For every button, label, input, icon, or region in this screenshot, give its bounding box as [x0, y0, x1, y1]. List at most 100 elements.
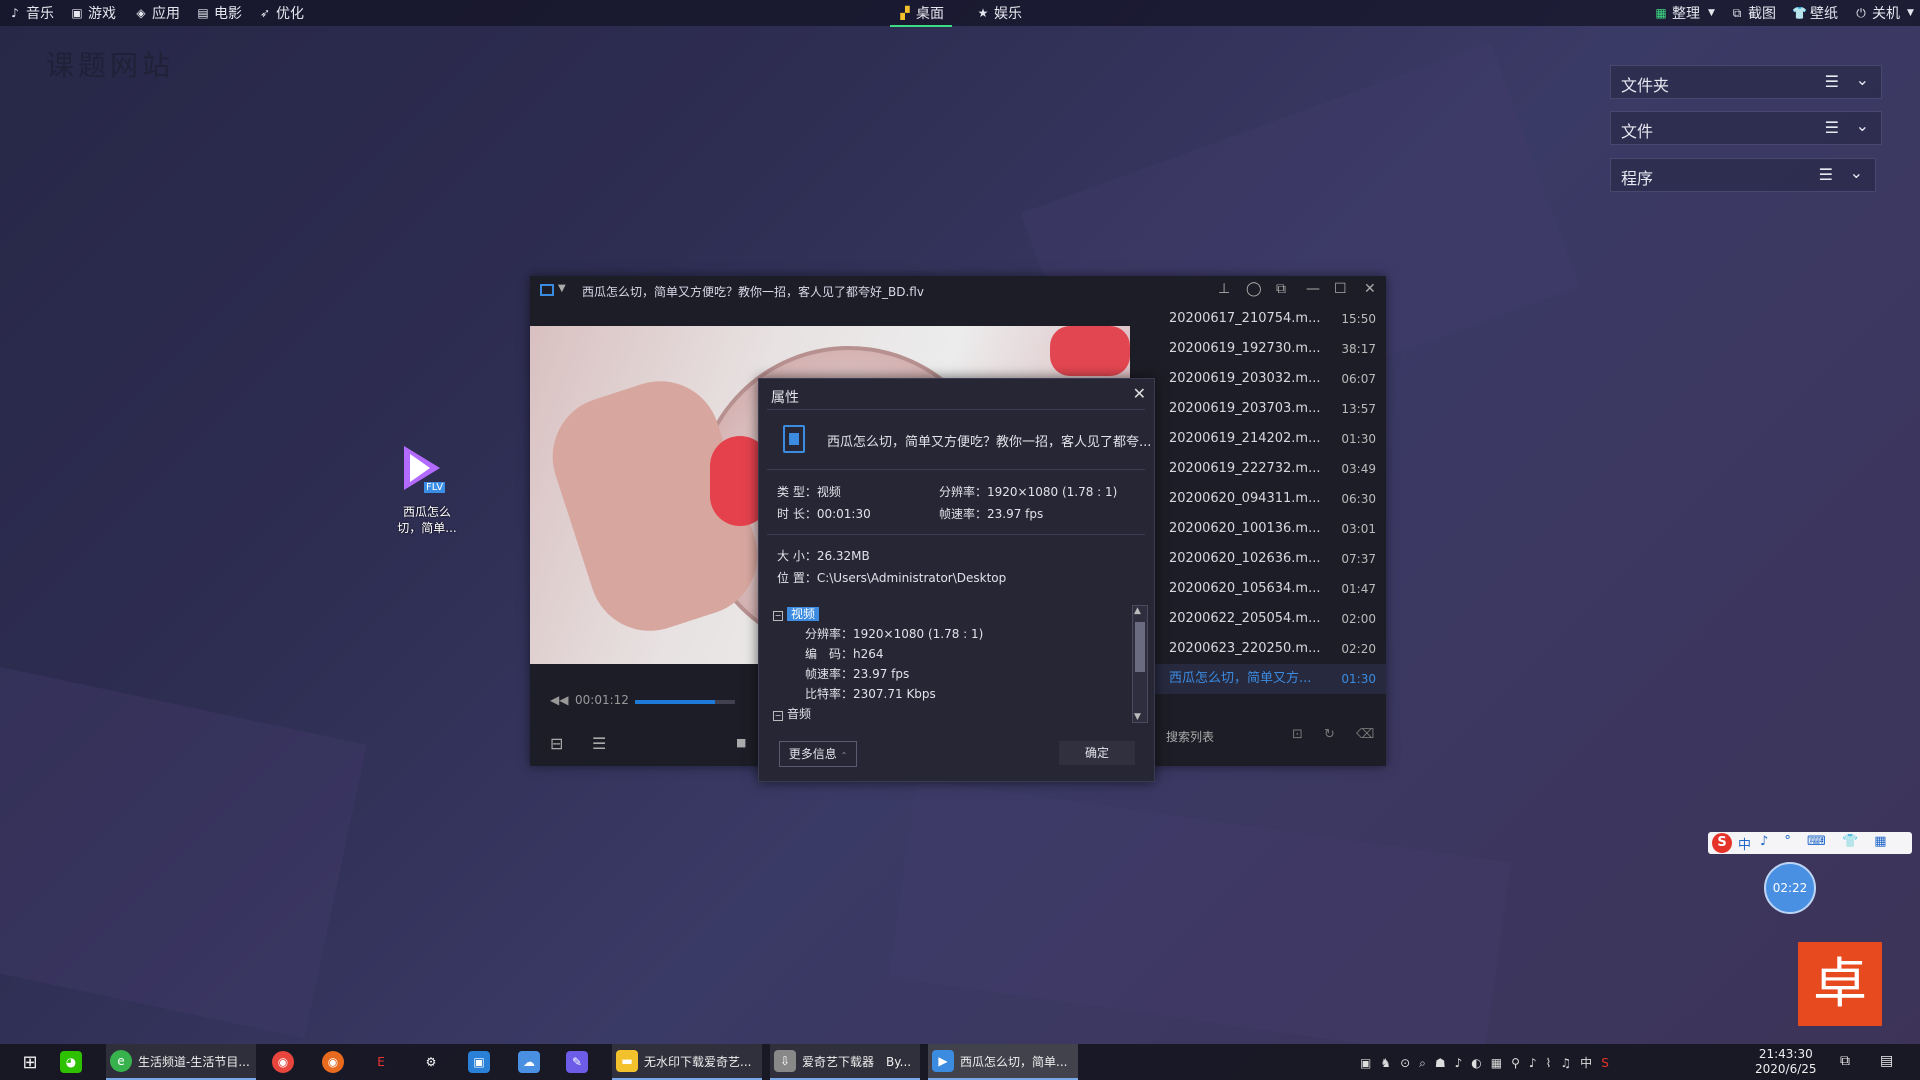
- start-button[interactable]: ⊞: [12, 1044, 48, 1080]
- menu-lines-icon[interactable]: ☰: [592, 734, 606, 753]
- taskbar-item-1[interactable]: ▬ 无水印下载爱奇艺...: [612, 1044, 762, 1080]
- playlist-add-icon[interactable]: ⊡: [1292, 727, 1303, 742]
- playlist-item-duration: 02:00: [1341, 612, 1376, 626]
- collapse-icon[interactable]: −: [773, 711, 783, 721]
- tree-node-video[interactable]: − 视频: [773, 605, 820, 622]
- playlist-item-duration: 15:50: [1341, 312, 1376, 326]
- tab-entertainment[interactable]: ★ 娱乐: [976, 3, 1022, 23]
- rewind-icon[interactable]: ◀◀: [550, 693, 568, 707]
- taskbar-baidu[interactable]: ☁: [518, 1044, 546, 1080]
- system-tray[interactable]: ▣♞⊙⌕☗♪◐▦⚲♪⌇♫中S: [1360, 1054, 1618, 1071]
- taskbar-settings[interactable]: ⚙: [420, 1044, 448, 1080]
- maximize-icon[interactable]: ☐: [1334, 281, 1347, 297]
- gamepad-icon: ▣: [71, 6, 83, 20]
- timer-bubble[interactable]: 02:22: [1764, 862, 1816, 914]
- topbar-label: 关机: [1872, 6, 1900, 22]
- topbar-organize[interactable]: ▦ 整理 ▼: [1654, 3, 1715, 23]
- ime-lang[interactable]: 中: [1738, 834, 1751, 853]
- taskbar-vs[interactable]: ✎: [566, 1044, 594, 1080]
- taskbar-wechat[interactable]: ◕: [60, 1044, 88, 1080]
- task-view-icon[interactable]: ⧉: [1840, 1053, 1850, 1069]
- topbar-screenshot[interactable]: ⧉ 截图: [1730, 3, 1776, 23]
- taskbar-item-0[interactable]: e 生活频道-生活节目...: [106, 1044, 256, 1080]
- ime-toolbar[interactable]: S 中 ♪ ° ⌨ 👕 ▦: [1708, 832, 1912, 854]
- playlist-item[interactable]: 西瓜怎么切，简单又方... 01:30: [1155, 664, 1386, 694]
- topbar-wallpaper[interactable]: 👕 壁纸: [1792, 3, 1838, 23]
- playlist-item-duration: 01:30: [1341, 432, 1376, 446]
- playlist-item[interactable]: 20200622_205054.m... 02:00: [1155, 604, 1386, 634]
- topbar-menu-games[interactable]: ▣ 游戏: [70, 3, 116, 23]
- playlist-item[interactable]: 20200620_102636.m... 07:37: [1155, 544, 1386, 574]
- tray-icons[interactable]: ▣♞⊙⌕☗♪◐▦⚲♪⌇♫: [1360, 1056, 1580, 1070]
- pin-icon[interactable]: ⊥: [1218, 281, 1230, 297]
- sogou-tray-icon[interactable]: S: [1601, 1056, 1618, 1070]
- playlist-item[interactable]: 20200617_210754.m... 15:50: [1155, 304, 1386, 334]
- taskbar-app-eq[interactable]: E: [370, 1044, 398, 1080]
- list-icon[interactable]: ☰: [1825, 118, 1839, 137]
- close-icon[interactable]: ✕: [1133, 384, 1146, 403]
- topbar-menu-optimize[interactable]: ➶ 优化: [258, 3, 304, 23]
- playlist-search[interactable]: 搜索列表: [1166, 728, 1214, 745]
- topbar-menu-movies[interactable]: ▤ 电影: [196, 3, 242, 23]
- playlist-item[interactable]: 20200620_094311.m... 06:30: [1155, 484, 1386, 514]
- list-icon[interactable]: ☰: [1825, 72, 1839, 91]
- playlist-item-name: 20200619_203703.m...: [1169, 401, 1321, 416]
- playlist-item[interactable]: 20200619_203032.m... 06:07: [1155, 364, 1386, 394]
- notification-icon[interactable]: ▤: [1880, 1053, 1893, 1069]
- location-icon[interactable]: ◯: [1246, 281, 1262, 297]
- open-file-icon[interactable]: ⊟: [550, 734, 563, 753]
- playlist-item[interactable]: 20200620_105634.m... 01:47: [1155, 574, 1386, 604]
- topbar-shutdown[interactable]: ⏻ 关机 ▼: [1854, 3, 1914, 23]
- menu-caret-icon[interactable]: ▼: [558, 283, 566, 294]
- topbar-menu-apps[interactable]: ◈ 应用: [134, 3, 180, 23]
- miniplayer-icon[interactable]: ⧉: [1276, 281, 1286, 297]
- taskbar-clock[interactable]: 21:43:30 2020/6/25: [1755, 1047, 1817, 1077]
- star-icon: ★: [977, 6, 989, 20]
- list-icon[interactable]: ☰: [1819, 165, 1833, 184]
- folder-icon: ▬: [616, 1050, 638, 1072]
- topbar-menu-music[interactable]: ♪ 音乐: [8, 3, 54, 23]
- taskbar-monitor[interactable]: ▣: [468, 1044, 496, 1080]
- playlist-item[interactable]: 20200619_222732.m... 03:49: [1155, 454, 1386, 484]
- playlist-loop-icon[interactable]: ↻: [1324, 727, 1335, 742]
- taskbar-item-3[interactable]: ▶ 西瓜怎么切，简单...: [928, 1044, 1078, 1080]
- taskbar-item-2[interactable]: ⇩ 爱奇艺下载器 By...: [770, 1044, 920, 1080]
- player-logo-icon[interactable]: [540, 284, 554, 296]
- tree-scrollbar[interactable]: ▲ ▼: [1132, 605, 1148, 723]
- playlist-item[interactable]: 20200620_100136.m... 03:01: [1155, 514, 1386, 544]
- minimize-icon[interactable]: —: [1306, 281, 1320, 297]
- sogou-icon[interactable]: S: [1712, 833, 1732, 853]
- more-info-button[interactable]: 更多信息 ⌃: [779, 741, 857, 767]
- close-icon[interactable]: ✕: [1364, 281, 1376, 297]
- scroll-thumb[interactable]: [1135, 622, 1145, 672]
- scroll-down-icon[interactable]: ▼: [1134, 712, 1141, 722]
- ok-button[interactable]: 确定: [1059, 741, 1135, 765]
- ime-tools[interactable]: ♪ ° ⌨ 👕 ▦: [1760, 834, 1893, 849]
- taskbar-chrome[interactable]: ◉: [272, 1044, 300, 1080]
- progress-bar[interactable]: [635, 700, 735, 704]
- playlist-item[interactable]: 20200619_203703.m... 13:57: [1155, 394, 1386, 424]
- playlist-item[interactable]: 20200619_192730.m... 38:17: [1155, 334, 1386, 364]
- stop-icon[interactable]: ■: [736, 736, 746, 749]
- divider: [767, 409, 1145, 410]
- tab-desktop[interactable]: ▞ 桌面: [890, 3, 952, 27]
- taskbar-browser[interactable]: ◉: [322, 1044, 350, 1080]
- playlist-delete-icon[interactable]: ⌫: [1356, 727, 1374, 742]
- playlist-item[interactable]: 20200623_220250.m... 02:20: [1155, 634, 1386, 664]
- tree-node-audio[interactable]: − 音频: [773, 705, 811, 722]
- panel-folders[interactable]: 文件夹 ☰ ⌄: [1610, 65, 1882, 99]
- desktop-file-icon[interactable]: FLV 西瓜怎么 切，简单...: [394, 446, 460, 536]
- clock-time: 21:43:30: [1758, 1047, 1813, 1061]
- download-icon: ⇩: [774, 1050, 796, 1072]
- panel-programs[interactable]: 程序 ☰ ⌄: [1610, 158, 1876, 192]
- background-shape: [889, 779, 1511, 1061]
- collapse-icon[interactable]: −: [773, 611, 783, 621]
- player-title-bar[interactable]: ▼ 西瓜怎么切，简单又方便吃？教你一招，客人见了都夸好_BD.flv ⊥ ◯ ⧉…: [530, 276, 1386, 304]
- playlist-item[interactable]: 20200619_214202.m... 01:30: [1155, 424, 1386, 454]
- panel-files[interactable]: 文件 ☰ ⌄: [1610, 111, 1882, 145]
- chevron-down-icon[interactable]: ⌄: [1856, 70, 1869, 89]
- tray-ime-label[interactable]: 中: [1580, 1056, 1601, 1070]
- chevron-down-icon[interactable]: ⌄: [1850, 163, 1863, 182]
- chevron-down-icon[interactable]: ⌄: [1856, 116, 1869, 135]
- scroll-up-icon[interactable]: ▲: [1134, 606, 1141, 616]
